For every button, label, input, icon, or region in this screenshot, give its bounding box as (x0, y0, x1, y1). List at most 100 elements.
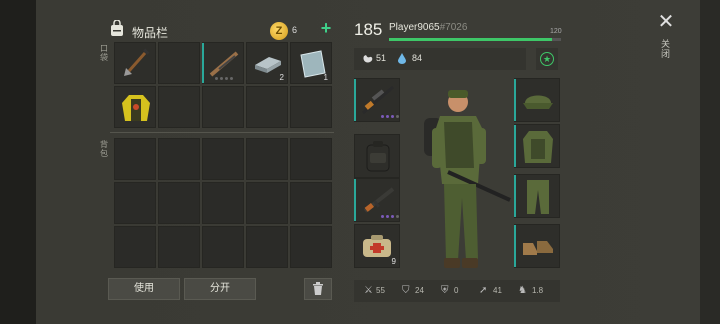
boots-icon (523, 241, 553, 255)
backpack-slot[interactable] (114, 226, 156, 268)
item-quantity: 9 (391, 257, 396, 266)
item-quantity: 2 (279, 73, 284, 82)
hunger-value: 51 (376, 53, 387, 63)
attack-value: 55 (376, 286, 385, 295)
backpack-slot[interactable] (290, 226, 332, 268)
soldier-character (424, 90, 511, 268)
backpack-icon (111, 20, 123, 36)
split-button[interactable]: 分开 (184, 278, 256, 300)
legs-slot[interactable] (514, 174, 560, 218)
backpack-slot[interactable] (246, 226, 288, 268)
rarity-dots (381, 215, 399, 218)
armor-icon: ⛨ (441, 285, 449, 296)
defense-value: 24 (415, 286, 424, 295)
backpack-slot-equip[interactable] (354, 134, 400, 178)
close-label: 关闭 (661, 40, 671, 60)
inventory-panel: 物品栏 Z 6 + 口袋 2 1 背包 (100, 14, 340, 314)
pocket-slot[interactable]: 1 (290, 42, 332, 84)
survival-stats: 51 84 (354, 48, 526, 70)
backpack-slot[interactable] (158, 226, 200, 268)
slot-accent (354, 79, 356, 121)
weapon-slot-primary[interactable] (354, 78, 400, 122)
rifle-icon (209, 51, 239, 77)
star-icon: ★ (540, 52, 554, 66)
slot-accent (514, 79, 516, 121)
pocket-slot[interactable] (114, 42, 156, 84)
close-button[interactable]: ✕ (656, 12, 676, 32)
pocket-slot[interactable] (202, 42, 244, 84)
backpack-grid (114, 138, 332, 268)
backpack-slot[interactable] (158, 182, 200, 224)
add-coins-button[interactable]: + (318, 19, 334, 37)
backpack-slot[interactable] (290, 138, 332, 180)
torso-slot[interactable] (514, 124, 560, 168)
jacket-icon (122, 95, 150, 121)
pocket-slot[interactable] (202, 86, 244, 128)
combat-stats-bar: ⚔ 55 ⛉ 24 ⛨ 0 ➚ 41 ♞ 1.8 (354, 280, 560, 302)
slot-accent (202, 43, 204, 83)
head-slot[interactable] (514, 78, 560, 122)
inventory-header: 物品栏 Z 6 + (104, 19, 334, 42)
coin-count: 6 (292, 25, 298, 35)
backpack-slot[interactable] (202, 226, 244, 268)
backpack-slot[interactable] (158, 138, 200, 180)
feet-slot[interactable] (514, 224, 560, 268)
stealth-icon: ♞ (518, 285, 527, 296)
thirst-value: 84 (412, 53, 423, 63)
xp-bar-fill (389, 38, 553, 41)
medkit-icon (363, 235, 391, 257)
stomach-icon (363, 55, 373, 63)
cap-icon (523, 95, 553, 109)
pocket-slot[interactable] (246, 86, 288, 128)
backpack-slot[interactable] (114, 182, 156, 224)
use-button[interactable]: 使用 (108, 278, 180, 300)
slot-accent (514, 225, 516, 267)
shield-icon: ⛉ (402, 285, 410, 296)
backpack-slot[interactable] (202, 182, 244, 224)
character-panel: 185 Player9065#7026 120 51 84 ★ 9 ⚔ 55 ⛉… (354, 18, 564, 308)
player-name-line: Player9065#7026 (389, 22, 467, 33)
xp-bar (389, 38, 561, 41)
backpack-slot[interactable] (290, 182, 332, 224)
coin-icon: Z (270, 22, 288, 40)
trash-icon (313, 282, 323, 295)
pocket-slot[interactable] (158, 42, 200, 84)
rarity-dots (381, 115, 399, 118)
backpack-slot[interactable] (246, 138, 288, 180)
sword-icon: ⚔ (364, 285, 373, 296)
slot-accent (514, 125, 516, 167)
pockets-label: 口袋 (100, 44, 108, 62)
pocket-slot[interactable] (290, 86, 332, 128)
star-button[interactable]: ★ (536, 48, 558, 70)
slot-accent (354, 179, 356, 221)
item-quantity: 1 (323, 73, 328, 82)
shovel-icon (124, 48, 150, 76)
water-drop-icon (398, 53, 406, 64)
assault-rifle-icon (363, 187, 395, 213)
consumable-slot[interactable]: 9 (354, 224, 400, 268)
pocket-grid: 2 1 (114, 42, 332, 128)
vest-icon (523, 131, 553, 163)
armor-value: 0 (454, 286, 459, 295)
sniper-rifle-icon (362, 85, 394, 115)
backpack-slot[interactable] (202, 138, 244, 180)
backpack-slot[interactable] (246, 182, 288, 224)
trash-button[interactable] (304, 278, 332, 300)
weapon-slot-secondary[interactable] (354, 178, 400, 222)
backpack-label: 背包 (100, 140, 108, 158)
pocket-slot[interactable] (114, 86, 156, 128)
player-name: Player9065 (389, 22, 440, 33)
backpack-slot[interactable] (114, 138, 156, 180)
pocket-slot[interactable]: 2 (246, 42, 288, 84)
running-icon: ➚ (479, 285, 488, 296)
slot-accent (514, 175, 516, 217)
player-level: 185 (354, 20, 383, 39)
inventory-title: 物品栏 (132, 26, 169, 40)
rarity-dots (215, 77, 233, 80)
section-divider (110, 132, 334, 133)
pocket-slot[interactable] (158, 86, 200, 128)
backpack-icon (366, 141, 390, 172)
speed-value: 41 (493, 286, 502, 295)
stealth-value: 1.8 (532, 286, 544, 295)
xp-max-label: 120 (550, 28, 562, 35)
